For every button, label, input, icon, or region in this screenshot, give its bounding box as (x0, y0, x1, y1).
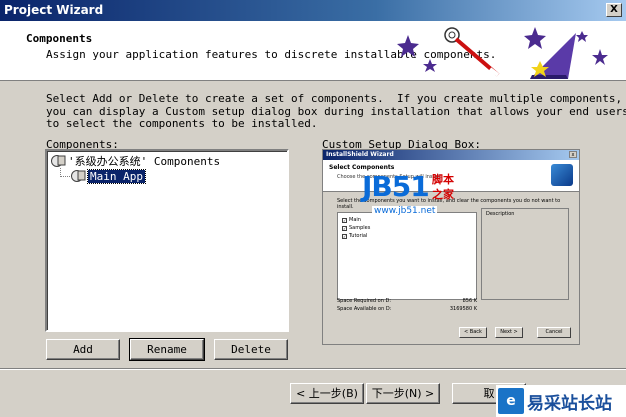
list-item: ✓ Tutorial (342, 233, 367, 239)
space-required: Space Required on D: 856 K (337, 298, 477, 304)
delete-button[interactable]: Delete (214, 339, 288, 360)
space-available-value: 3169580 K (449, 306, 477, 312)
intro-text: Select Add or Delete to create a set of … (46, 92, 626, 130)
checkbox-icon: ✓ (342, 233, 347, 239)
tree-root-item[interactable]: '系级办公系统' Components (50, 153, 220, 169)
space-required-value: 856 K (462, 298, 477, 304)
back-button[interactable]: < 上一步(B) (290, 383, 364, 404)
space-available: Space Available on D: 3169580 K (337, 306, 477, 312)
component-icon (51, 155, 66, 167)
next-button-label: 下一步(N) > (371, 387, 435, 400)
checkbox-icon: ✓ (342, 217, 347, 223)
watermark-cn-top: 脚本 (432, 173, 454, 186)
space-available-label: Space Available on D: (337, 306, 392, 312)
preview-description-label: Description (486, 211, 515, 217)
tree-child-item[interactable]: Main App (70, 168, 146, 184)
watermark-cn-bottom: 之家 (432, 188, 454, 201)
wizard-hat-icon (397, 27, 608, 79)
tree-child-label[interactable]: Main App (87, 168, 146, 184)
watermark-cn: 脚本 之家 (432, 172, 454, 202)
window-title: Project Wizard (4, 3, 104, 17)
stars-icon (397, 27, 608, 72)
wizard-header: Components Assign your application featu… (0, 21, 626, 81)
corner-text: 易采站长站 (527, 393, 612, 414)
rename-button-label: Rename (147, 343, 187, 356)
watermark-brand: JB51 (362, 170, 430, 203)
corner-watermark: e 易采站长站 (496, 385, 626, 417)
page-title: Components (26, 32, 93, 45)
title-bar: Project Wizard X (0, 0, 626, 21)
magic-wand-icon (444, 27, 500, 77)
site-logo-icon: e (498, 388, 524, 414)
preview-component-list: ✓ Main ✓ Samples ✓ Tutorial (337, 212, 477, 300)
list-item-label: Samples (349, 225, 371, 231)
installshield-logo-icon (551, 164, 573, 186)
list-item: ✓ Samples (342, 225, 370, 231)
next-button[interactable]: 下一步(N) > (366, 383, 440, 404)
close-button[interactable]: X (606, 3, 622, 17)
list-item-label: Tutorial (349, 233, 368, 239)
cancel-button-label: 取 (483, 387, 495, 400)
rename-button[interactable]: Rename (129, 338, 205, 361)
list-item-label: Main (349, 217, 361, 223)
preview-title: InstallShield Wizard (323, 150, 579, 160)
delete-button-label: Delete (231, 343, 271, 356)
watermark-url: www.jb51.net (372, 206, 438, 216)
list-item: ✓ Main (342, 217, 361, 223)
preview-next-button: Next > (495, 327, 523, 338)
preview-description-box: Description (481, 208, 569, 300)
preview-cancel-button: Cancel (537, 327, 571, 338)
add-button[interactable]: Add (46, 339, 120, 360)
checkbox-icon: ✓ (342, 225, 347, 231)
tree-connector (60, 176, 70, 177)
bottom-separator (0, 368, 626, 370)
preview-back-button: < Back (459, 327, 487, 338)
tree-root-label: '系级办公系统' Components (68, 155, 221, 168)
component-icon (71, 170, 86, 182)
add-button-label: Add (73, 343, 93, 356)
preview-close-icon: x (569, 151, 577, 158)
space-required-label: Space Required on D: (337, 298, 392, 304)
back-button-label: < 上一步(B) (296, 387, 358, 400)
